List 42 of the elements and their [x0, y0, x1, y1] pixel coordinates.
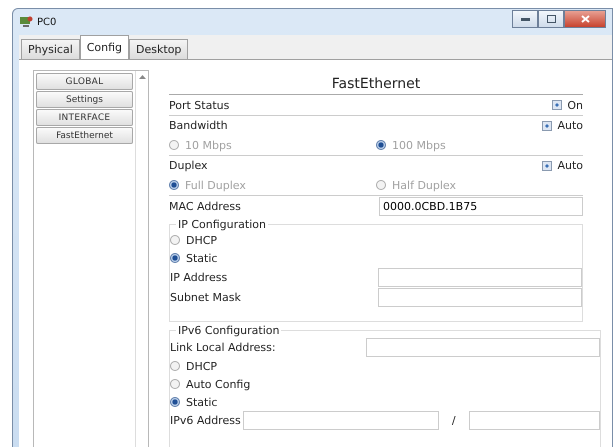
sidebar-item[interactable]: GLOBAL	[36, 73, 133, 90]
maximize-icon	[546, 15, 556, 23]
radio-button[interactable]: Auto Config	[170, 375, 600, 393]
sidebar-item[interactable]: INTERFACE	[36, 109, 133, 126]
input-field[interactable]	[378, 268, 582, 286]
scroll-up-icon	[138, 75, 146, 79]
input-field[interactable]: 0000.0CBD.1B75	[379, 196, 583, 216]
sidebar-item[interactable]: Settings	[36, 91, 133, 108]
tab[interactable]: Config	[80, 35, 130, 59]
field-label: Link Local Address:	[170, 340, 276, 354]
input-field[interactable]	[242, 411, 439, 430]
pc-icon	[19, 15, 33, 29]
field-label: IP Address	[170, 270, 228, 284]
checkbox[interactable]: Auto	[542, 159, 583, 172]
input-field[interactable]	[468, 411, 600, 430]
checkbox[interactable]: On	[552, 98, 583, 112]
close-icon	[580, 15, 590, 23]
group-title: IP Configuration	[177, 218, 267, 231]
tab[interactable]: Physical	[21, 39, 80, 59]
maximize-button[interactable]	[538, 10, 564, 28]
field-label: MAC Address	[169, 200, 241, 212]
field-label: Port Status	[169, 98, 230, 112]
radio-button[interactable]: Static	[170, 249, 582, 267]
minimize-button[interactable]	[512, 10, 538, 28]
radio-button[interactable]: Static	[170, 393, 600, 411]
field-label: Bandwidth	[169, 119, 228, 132]
window-title: PC0	[37, 16, 56, 28]
field-label: Subnet Mask	[170, 290, 241, 304]
group-title: IPv6 Configuration	[177, 324, 280, 337]
input-field[interactable]	[366, 338, 600, 356]
minimize-icon	[520, 18, 530, 20]
field-label: IPv6 Address	[170, 414, 241, 427]
radio-button[interactable]: DHCP	[170, 357, 600, 375]
sidebar-item[interactable]: FastEthernet	[36, 127, 133, 144]
radio-button[interactable]: DHCP	[170, 231, 582, 249]
field-label: Duplex	[169, 159, 208, 172]
panel-title: FastEthernet	[169, 73, 583, 95]
separator-text: /	[450, 414, 457, 427]
close-button[interactable]	[564, 10, 606, 28]
checkbox[interactable]: Auto	[542, 119, 583, 132]
tab[interactable]: Desktop	[129, 39, 188, 59]
input-field[interactable]	[378, 288, 582, 306]
